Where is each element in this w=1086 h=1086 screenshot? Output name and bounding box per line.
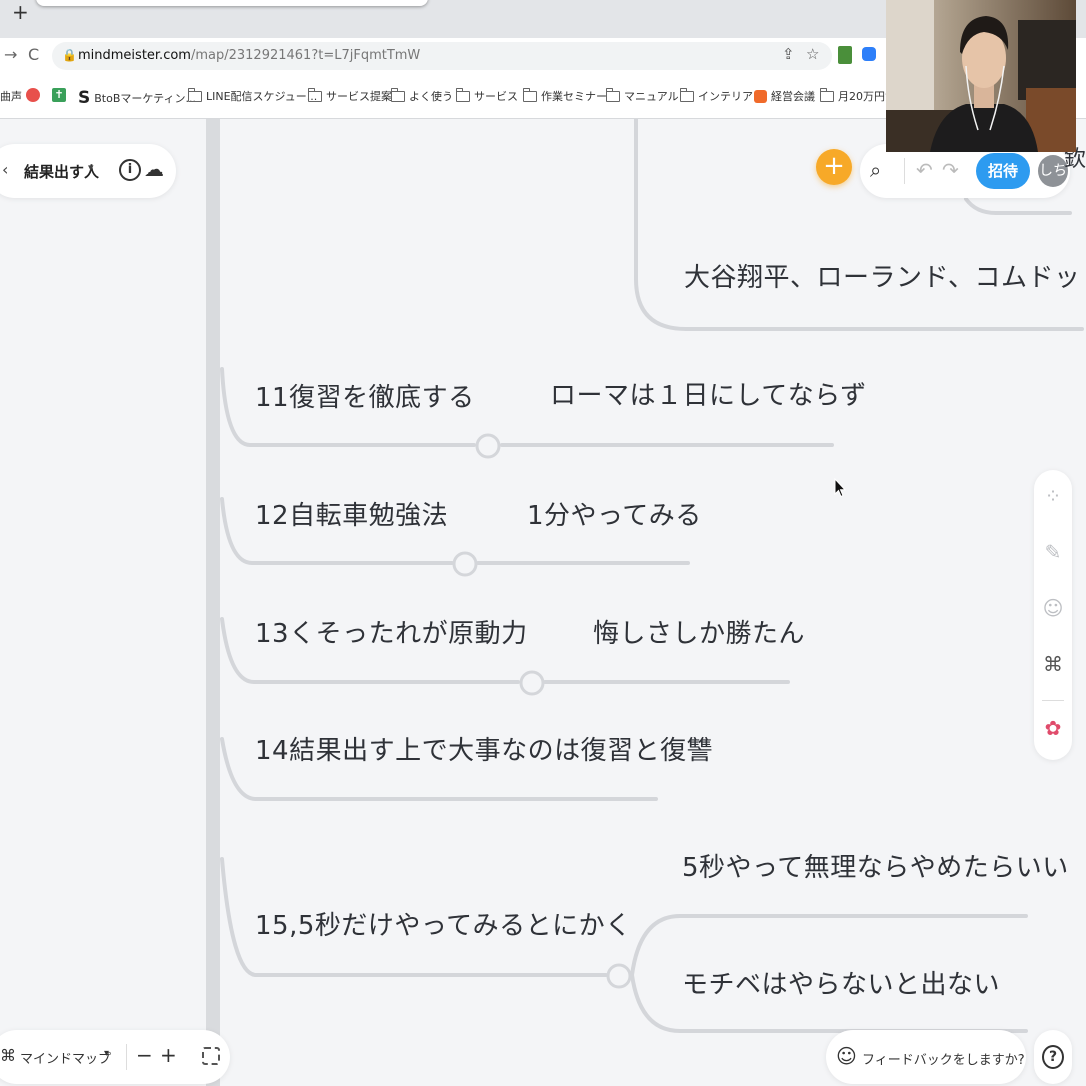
- bookmark-item[interactable]: マニュアル: [605, 87, 679, 104]
- collapse-node-12[interactable]: [452, 551, 478, 577]
- mindmap-node-top[interactable]: 大谷翔平、ローランド、コムドットやまと: [684, 257, 1086, 294]
- bookmark-item[interactable]: サービス提案: [307, 87, 392, 104]
- bookmark-item[interactable]: インテリア: [679, 87, 753, 104]
- folder-icon: [819, 87, 834, 102]
- folder-icon: [187, 87, 202, 102]
- layout-icon[interactable]: ⁘: [1034, 484, 1072, 508]
- share-icon[interactable]: ⇪: [782, 45, 795, 63]
- extension-icon[interactable]: [838, 46, 852, 64]
- mindmap-trunk: [206, 119, 220, 1086]
- chevron-left-icon[interactable]: ‹: [2, 160, 8, 179]
- undo-icon[interactable]: ↶: [916, 158, 933, 182]
- zoom-out-button[interactable]: −: [136, 1043, 153, 1067]
- collapse-node-15[interactable]: [606, 963, 632, 989]
- bookmark-item[interactable]: LINE配信スケジュー...: [187, 87, 317, 104]
- emoji-icon[interactable]: ☺: [1034, 596, 1072, 620]
- feedback-label: フィードバックをしますか?: [862, 1053, 1025, 1068]
- fit-screen-icon[interactable]: [202, 1047, 220, 1065]
- bookmark-item[interactable]: 作業セミナー: [522, 87, 607, 104]
- webcam-person-image: [886, 0, 1076, 152]
- folder-icon: [307, 87, 322, 102]
- feedback-button[interactable]: ☺ フィードバックをしますか?: [826, 1030, 1026, 1084]
- mindmap-canvas[interactable]: 大谷翔平、ローランド、コムドットやまと 11復習を徹底する ローマは１日にしてな…: [0, 119, 1086, 1086]
- collapse-node-13[interactable]: [519, 670, 545, 696]
- mouse-cursor-icon: [834, 478, 846, 498]
- webcam-overlay: [886, 0, 1076, 152]
- bookmark-item[interactable]: よく使う: [390, 87, 453, 104]
- folder-icon: [455, 87, 470, 102]
- s-logo-icon: S: [78, 88, 91, 108]
- reload-icon[interactable]: C: [28, 45, 39, 64]
- connect-icon[interactable]: ⌘: [1034, 652, 1072, 676]
- bookmark-item[interactable]: 経営会議: [754, 88, 815, 104]
- mindmap-icon[interactable]: ⌘: [0, 1046, 16, 1065]
- cloud-download-icon[interactable]: ☁: [144, 157, 164, 181]
- help-icon: ?: [1042, 1045, 1064, 1069]
- extension-zoom-icon[interactable]: [862, 47, 876, 61]
- bookmark-star-icon[interactable]: ☆: [806, 45, 819, 63]
- bookmark-item[interactable]: [26, 88, 40, 102]
- map-mode-bar: ⌘ マインドマップ ▾ − +: [0, 1030, 230, 1084]
- toolbar-divider: [1042, 700, 1064, 701]
- lock-icon: 🔒: [62, 48, 77, 62]
- mindmap-node-12-child[interactable]: 1分やってみる: [527, 495, 702, 532]
- mindmap-node-13[interactable]: 13くそったれが原動力: [255, 613, 528, 650]
- red-circle-icon: [26, 88, 40, 102]
- info-icon[interactable]: i: [119, 159, 141, 181]
- bookmark-item[interactable]: S BtoBマーケティン...: [78, 88, 196, 108]
- green-cross-icon: ✝: [52, 88, 66, 102]
- folder-icon: [390, 87, 405, 102]
- tab-preview-popup: [36, 0, 428, 6]
- side-toolbar: ⁘ ✎ ☺ ⌘ ✿: [1034, 470, 1072, 760]
- mindmap-node-12[interactable]: 12自転車勉強法: [255, 495, 448, 532]
- forward-icon[interactable]: →: [4, 45, 17, 64]
- bookmark-item[interactable]: サービス: [455, 87, 518, 104]
- mindmap-node-15-child-a[interactable]: 5秒やって無理ならやめたらいい: [682, 847, 1069, 884]
- emoji-plus-icon: ☺: [836, 1044, 857, 1068]
- folder-icon: [522, 87, 537, 102]
- connector-top-sub: [964, 197, 1072, 215]
- orange-app-icon: [754, 89, 767, 103]
- mindmap-node-15-child-b[interactable]: モチベはやらないと出ない: [682, 964, 1000, 1001]
- chevron-down-icon[interactable]: ▾: [88, 161, 94, 174]
- url-field[interactable]: 🔒 mindmeister.com/map/2312921461?t=L7jFq…: [52, 42, 832, 70]
- toolbar-divider: [126, 1044, 127, 1070]
- url-host: mindmeister.com: [78, 48, 191, 63]
- zoom-in-button[interactable]: +: [160, 1043, 177, 1067]
- url-path: /map/2312921461?t=L7jFqmtTmW: [190, 48, 421, 63]
- top-toolbar: ⌕ ↶ ↷ 招待 しち: [860, 144, 1070, 198]
- new-tab-button[interactable]: +: [12, 0, 29, 24]
- map-title-bar: ‹ 結果出す人 ▾ i ☁: [0, 144, 176, 198]
- collapse-node-11[interactable]: [475, 433, 501, 459]
- add-topic-button[interactable]: +: [816, 149, 852, 185]
- style-brush-icon[interactable]: ✎: [1034, 540, 1072, 564]
- toolbar-divider: [904, 158, 905, 184]
- bookmark-item[interactable]: 月20万円サ: [819, 87, 896, 104]
- chevron-down-icon[interactable]: ▾: [104, 1048, 109, 1059]
- invite-button[interactable]: 招待: [976, 153, 1030, 189]
- bookmark-item[interactable]: 曲声: [0, 88, 22, 104]
- bookmark-item[interactable]: ✝: [52, 88, 66, 102]
- mindmap-node-14[interactable]: 14結果出す上で大事なのは復習と復讐: [255, 730, 713, 767]
- map-mode-select[interactable]: マインドマップ: [20, 1048, 111, 1067]
- search-icon[interactable]: ⌕: [870, 158, 881, 182]
- help-button[interactable]: ?: [1034, 1030, 1072, 1084]
- mindmap-node-15[interactable]: 15,5秒だけやってみるとにかく: [255, 905, 632, 942]
- folder-icon: [605, 87, 620, 102]
- mindmap-node-13-child[interactable]: 悔しさしか勝たん: [593, 613, 805, 650]
- mindmap-node-11-child[interactable]: ローマは１日にしてならず: [550, 375, 867, 412]
- redo-icon[interactable]: ↷: [942, 158, 959, 182]
- theme-flower-icon[interactable]: ✿: [1034, 716, 1072, 740]
- folder-icon: [679, 87, 694, 102]
- mindmap-node-11[interactable]: 11復習を徹底する: [255, 377, 475, 414]
